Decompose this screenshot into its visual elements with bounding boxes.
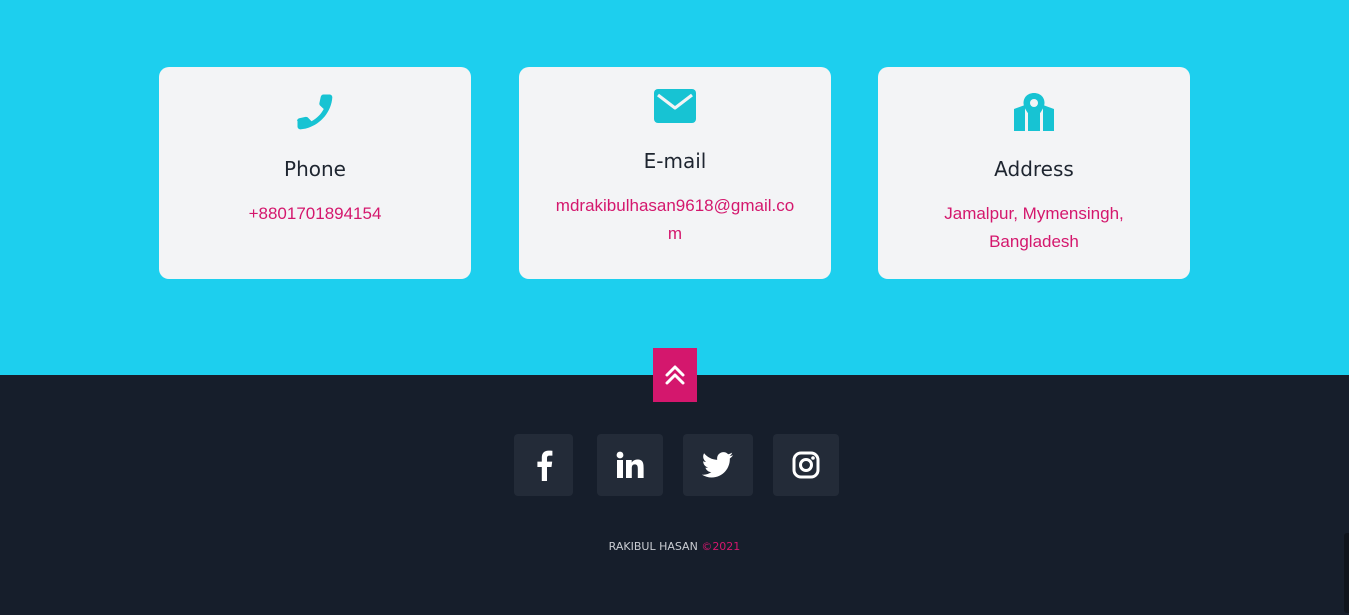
- email-title: E-mail: [643, 149, 707, 173]
- linkedin-link[interactable]: [597, 434, 663, 496]
- address-title: Address: [994, 157, 1074, 181]
- double-chevron-up-icon: [665, 365, 685, 385]
- linkedin-icon: [616, 451, 644, 478]
- email-link[interactable]: mdrakibulhasan9618@gmail.com: [549, 192, 801, 248]
- twitter-link[interactable]: [683, 434, 753, 496]
- scrollbar[interactable]: [1344, 533, 1349, 613]
- address-card: Address Jamalpur, Mymensingh, Bangladesh: [878, 67, 1190, 279]
- copyright-name: RAKIBUL HASAN: [608, 540, 698, 553]
- phone-title: Phone: [284, 157, 346, 181]
- envelope-icon: [519, 89, 831, 123]
- copyright: RAKIBUL HASAN ©2021: [0, 540, 1349, 553]
- facebook-link[interactable]: [514, 434, 573, 496]
- contact-section: Phone +8801701894154 E-mail mdrakibulhas…: [0, 0, 1349, 375]
- address-text: Jamalpur, Mymensingh, Bangladesh: [944, 204, 1124, 251]
- instagram-icon: [792, 451, 820, 479]
- twitter-icon: [702, 452, 734, 478]
- copyright-year: ©2021: [701, 540, 741, 553]
- email-card: E-mail mdrakibulhasan9618@gmail.com: [519, 67, 831, 279]
- facebook-icon: [536, 450, 552, 481]
- instagram-link[interactable]: [773, 434, 839, 496]
- phone-icon: [159, 91, 471, 133]
- phone-number-link[interactable]: +8801701894154: [189, 200, 441, 228]
- phone-card: Phone +8801701894154: [159, 67, 471, 279]
- back-to-top-button[interactable]: [653, 348, 697, 402]
- map-marker-icon: [878, 91, 1190, 133]
